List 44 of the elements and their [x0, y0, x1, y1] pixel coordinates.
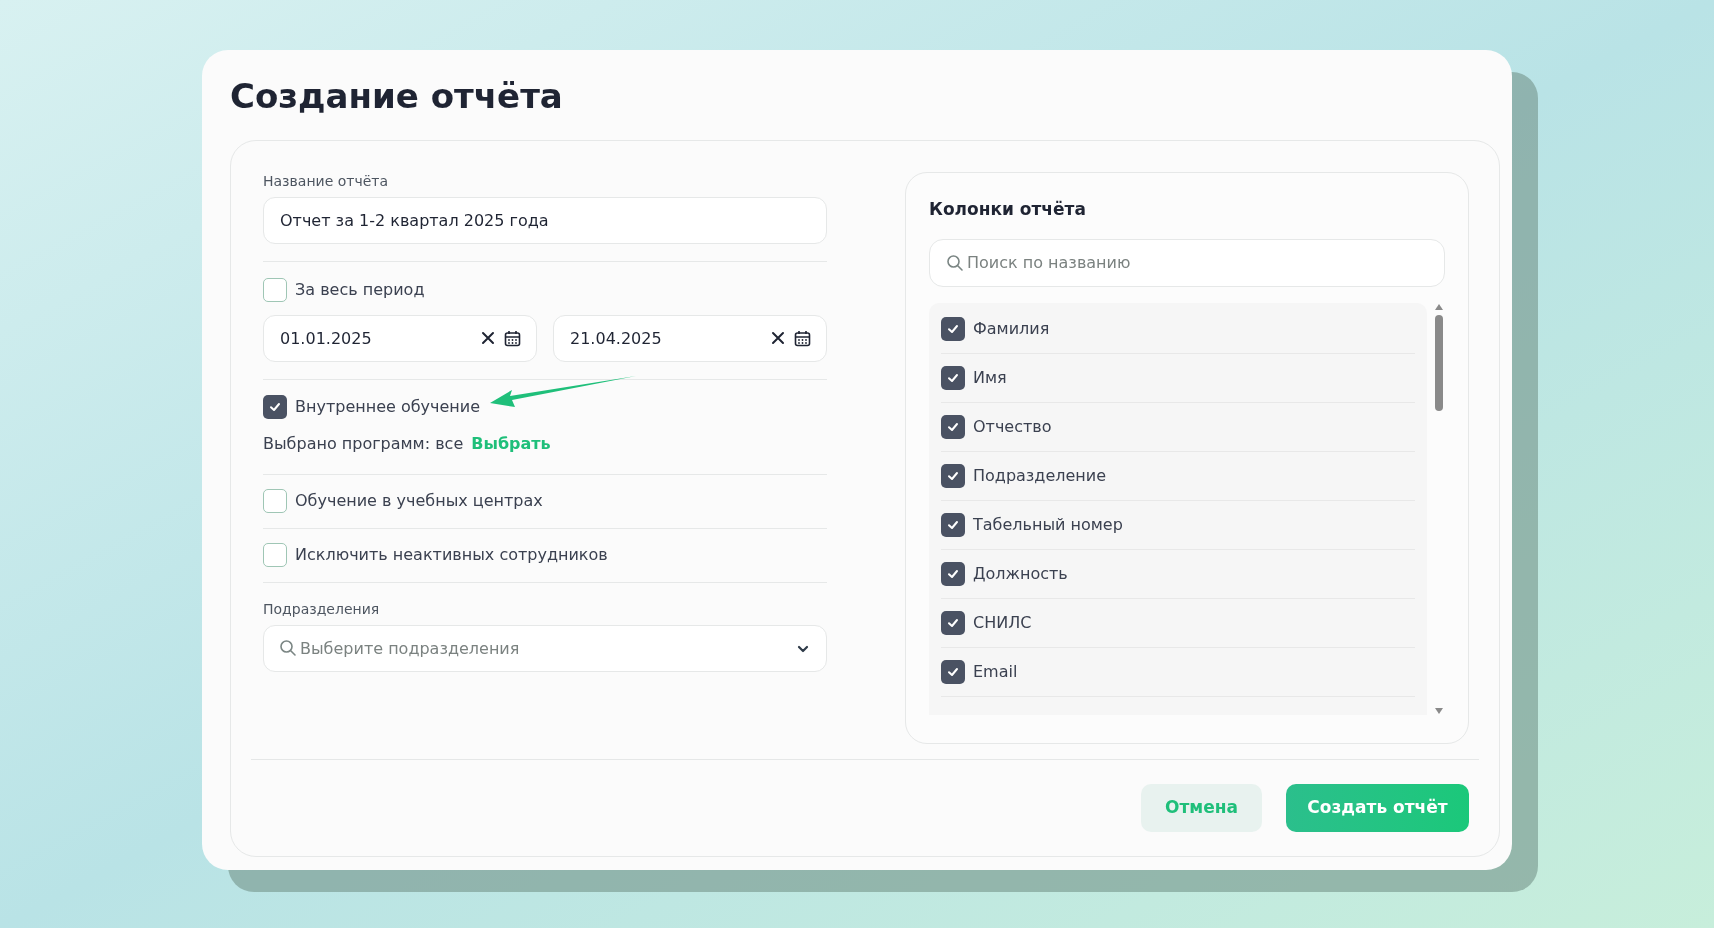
date-field[interactable]: 21.04.2025	[553, 315, 827, 362]
date-field[interactable]: 01.01.2025	[263, 315, 537, 362]
checkbox-label: Подразделение	[973, 464, 1107, 487]
checkbox[interactable]	[941, 414, 965, 439]
checkbox[interactable]	[941, 610, 965, 635]
checkbox[interactable]	[941, 463, 965, 488]
search-field[interactable]: Поиск по названию	[929, 238, 1445, 287]
checkbox-label: Отчество	[973, 415, 1052, 438]
checkbox-label: Внутреннее обучение	[295, 396, 481, 418]
field-label: Название отчёта	[263, 172, 390, 191]
checkbox-label: Исключить неактивных сотрудников	[295, 544, 608, 566]
dropdown[interactable]: Выберите подразделения	[263, 625, 827, 672]
check-icon	[268, 400, 282, 414]
panel-title: Колонки отчёта	[929, 198, 1087, 221]
checkbox-label: Фамилия	[973, 317, 1050, 340]
checkbox-label: Должность	[973, 562, 1068, 585]
checkbox-label: Обучение в учебных центрах	[295, 490, 543, 512]
scroll-down-icon[interactable]	[1434, 706, 1444, 715]
checkbox-label: Email	[973, 660, 1018, 683]
checkbox[interactable]	[263, 489, 287, 513]
checkbox-label: За весь период	[295, 279, 425, 301]
checkbox[interactable]	[263, 543, 287, 567]
checkbox-label: СНИЛС	[973, 611, 1032, 634]
field-label: Подразделения	[263, 600, 381, 619]
checkbox[interactable]	[941, 659, 965, 684]
checkbox[interactable]	[941, 512, 965, 537]
search-icon	[946, 253, 964, 272]
search-icon	[279, 639, 297, 657]
scroll-up-icon[interactable]	[1434, 302, 1444, 311]
checkbox-label: Имя	[973, 366, 1007, 389]
clear-icon[interactable]	[480, 330, 496, 346]
checkbox-label: Табельный номер	[973, 513, 1123, 536]
dialog-title: Создание отчёта	[230, 75, 564, 118]
scrollbar-thumb[interactable]	[1435, 314, 1443, 411]
checkbox[interactable]	[263, 395, 287, 419]
clear-icon[interactable]	[770, 330, 786, 346]
calendar-icon[interactable]	[504, 330, 521, 347]
checkbox[interactable]	[941, 316, 965, 341]
text-field[interactable]: Отчет за 1-2 квартал 2025 года	[263, 197, 827, 244]
programs-text: Выбрано программ: все	[263, 433, 464, 455]
checkbox[interactable]	[941, 561, 965, 586]
calendar-icon[interactable]	[794, 330, 811, 347]
checkbox[interactable]	[941, 365, 965, 390]
checkbox[interactable]	[263, 278, 287, 302]
